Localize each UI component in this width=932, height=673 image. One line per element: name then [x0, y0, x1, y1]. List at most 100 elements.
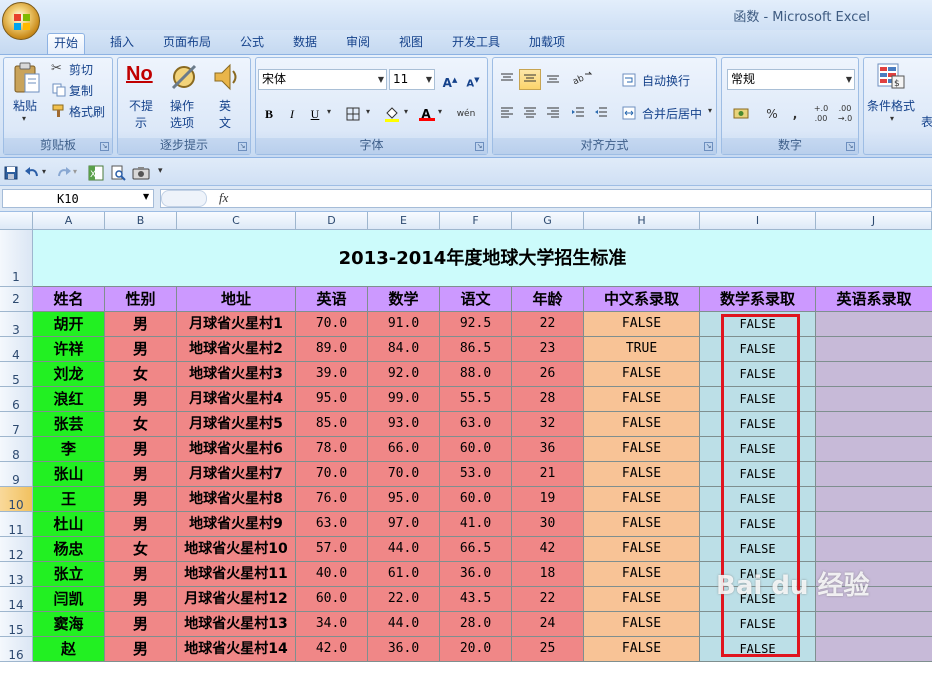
cell-g13[interactable]: 18 — [512, 562, 584, 587]
cell-c7[interactable]: 月球省火星村5 — [177, 412, 296, 437]
cell-d9[interactable]: 70.0 — [296, 462, 368, 487]
merge-center-button[interactable]: 合并后居中 ▾ — [622, 104, 716, 122]
cell-f16[interactable]: 20.0 — [440, 637, 512, 662]
cell-f13[interactable]: 36.0 — [440, 562, 512, 587]
cell-f11[interactable]: 41.0 — [440, 512, 512, 537]
cell-g16[interactable]: 25 — [512, 637, 584, 662]
format-painter-button[interactable]: 格式刷 — [51, 103, 111, 120]
cell-e16[interactable]: 36.0 — [368, 637, 440, 662]
cell-j10[interactable] — [816, 487, 932, 512]
row-header-3[interactable]: 3 — [0, 312, 33, 337]
tab-review[interactable]: 审阅 — [340, 33, 376, 54]
tab-home[interactable]: 开始 — [47, 33, 86, 54]
cell-g3[interactable]: 22 — [512, 312, 584, 337]
cell-j9[interactable] — [816, 462, 932, 487]
orientation-button[interactable]: ab — [567, 69, 597, 90]
cell-a16[interactable]: 赵 — [33, 637, 105, 662]
cell-a4[interactable]: 许祥 — [33, 337, 105, 362]
cell-d11[interactable]: 63.0 — [296, 512, 368, 537]
dialog-launcher-icon[interactable]: ↘ — [704, 142, 713, 151]
undo-button[interactable] — [24, 166, 40, 183]
cell-c12[interactable]: 地球省火星村10 — [177, 537, 296, 562]
cell-a13[interactable]: 张立 — [33, 562, 105, 587]
cell-g11[interactable]: 30 — [512, 512, 584, 537]
header-cell-e[interactable]: 数学 — [368, 287, 440, 312]
cell-c16[interactable]: 地球省火星村14 — [177, 637, 296, 662]
fill-color-button[interactable] — [381, 103, 403, 124]
dialog-launcher-icon[interactable]: ↘ — [846, 142, 855, 151]
cell-d10[interactable]: 76.0 — [296, 487, 368, 512]
cell-a9[interactable]: 张山 — [33, 462, 105, 487]
cell-e7[interactable]: 93.0 — [368, 412, 440, 437]
cell-j16[interactable] — [816, 637, 932, 662]
cell-c10[interactable]: 地球省火星村8 — [177, 487, 296, 512]
cell-b11[interactable]: 男 — [105, 512, 177, 537]
column-header-g[interactable]: G — [512, 212, 584, 230]
borders-button[interactable] — [342, 103, 364, 124]
header-cell-f[interactable]: 语文 — [440, 287, 512, 312]
cell-a5[interactable]: 刘龙 — [33, 362, 105, 387]
cell-h3[interactable]: FALSE — [584, 312, 700, 337]
row-header-12[interactable]: 12 — [0, 537, 33, 562]
row-header-15[interactable]: 15 — [0, 612, 33, 637]
cell-a10[interactable]: 王 — [33, 487, 105, 512]
chevron-down-icon[interactable]: ▾ — [438, 107, 442, 116]
cell-e6[interactable]: 99.0 — [368, 387, 440, 412]
increase-indent-button[interactable] — [590, 103, 612, 124]
cell-h9[interactable]: FALSE — [584, 462, 700, 487]
cell-j11[interactable] — [816, 512, 932, 537]
accounting-format-button[interactable] — [727, 103, 757, 124]
cell-f6[interactable]: 55.5 — [440, 387, 512, 412]
cell-d8[interactable]: 78.0 — [296, 437, 368, 462]
phonetic-button[interactable]: wén — [449, 103, 483, 124]
column-header-a[interactable]: A — [33, 212, 105, 230]
cell-h6[interactable]: FALSE — [584, 387, 700, 412]
cell-d16[interactable]: 42.0 — [296, 637, 368, 662]
cell-b10[interactable]: 男 — [105, 487, 177, 512]
cell-d3[interactable]: 70.0 — [296, 312, 368, 337]
cell-f4[interactable]: 86.5 — [440, 337, 512, 362]
tab-insert[interactable]: 插入 — [104, 33, 140, 54]
align-center-button[interactable] — [519, 103, 541, 124]
align-right-button[interactable] — [542, 103, 564, 124]
tab-view[interactable]: 视图 — [393, 33, 429, 54]
chevron-down-icon[interactable]: ▾ — [42, 167, 46, 176]
row-header-4[interactable]: 4 — [0, 337, 33, 362]
header-cell-h[interactable]: 中文系录取 — [584, 287, 700, 312]
align-bottom-button[interactable] — [542, 69, 564, 90]
cell-e3[interactable]: 91.0 — [368, 312, 440, 337]
no-prompt-button[interactable]: No 不提 示 — [124, 60, 160, 130]
cell-e15[interactable]: 44.0 — [368, 612, 440, 637]
cell-j12[interactable] — [816, 537, 932, 562]
decrease-decimal-button[interactable]: .00 →.0 — [834, 103, 856, 124]
percent-style-button[interactable]: % — [761, 103, 783, 124]
wrap-text-button[interactable]: 自动换行 — [622, 71, 714, 89]
cell-h11[interactable]: FALSE — [584, 512, 700, 537]
column-header-d[interactable]: D — [296, 212, 368, 230]
cell-c15[interactable]: 地球省火星村13 — [177, 612, 296, 637]
header-cell-g[interactable]: 年龄 — [512, 287, 584, 312]
customize-qat-icon[interactable]: ▾ — [158, 166, 163, 176]
column-header-i[interactable]: I — [700, 212, 816, 230]
chevron-down-icon[interactable]: ▾ — [404, 107, 408, 116]
cell-h4[interactable]: TRUE — [584, 337, 700, 362]
cell-b16[interactable]: 男 — [105, 637, 177, 662]
dialog-launcher-icon[interactable]: ↘ — [100, 142, 109, 151]
number-format-combo[interactable]: 常规 ▼ — [727, 69, 855, 90]
cell-c5[interactable]: 地球省火星村3 — [177, 362, 296, 387]
header-cell-c[interactable]: 地址 — [177, 287, 296, 312]
shrink-font-button[interactable]: A▼ — [462, 69, 484, 90]
cell-d13[interactable]: 40.0 — [296, 562, 368, 587]
dialog-launcher-icon[interactable]: ↘ — [238, 142, 247, 151]
grow-font-button[interactable]: A▲ — [439, 69, 461, 90]
cell-f5[interactable]: 88.0 — [440, 362, 512, 387]
tab-developer[interactable]: 开发工具 — [446, 33, 506, 54]
header-cell-i[interactable]: 数学系录取 — [700, 287, 816, 312]
redo-button[interactable] — [56, 166, 72, 183]
column-header-f[interactable]: F — [440, 212, 512, 230]
row-header-7[interactable]: 7 — [0, 412, 33, 437]
cell-e4[interactable]: 84.0 — [368, 337, 440, 362]
cell-b9[interactable]: 男 — [105, 462, 177, 487]
conditional-format-button[interactable]: $ 条件格式 ▾ — [866, 60, 926, 130]
cell-g4[interactable]: 23 — [512, 337, 584, 362]
